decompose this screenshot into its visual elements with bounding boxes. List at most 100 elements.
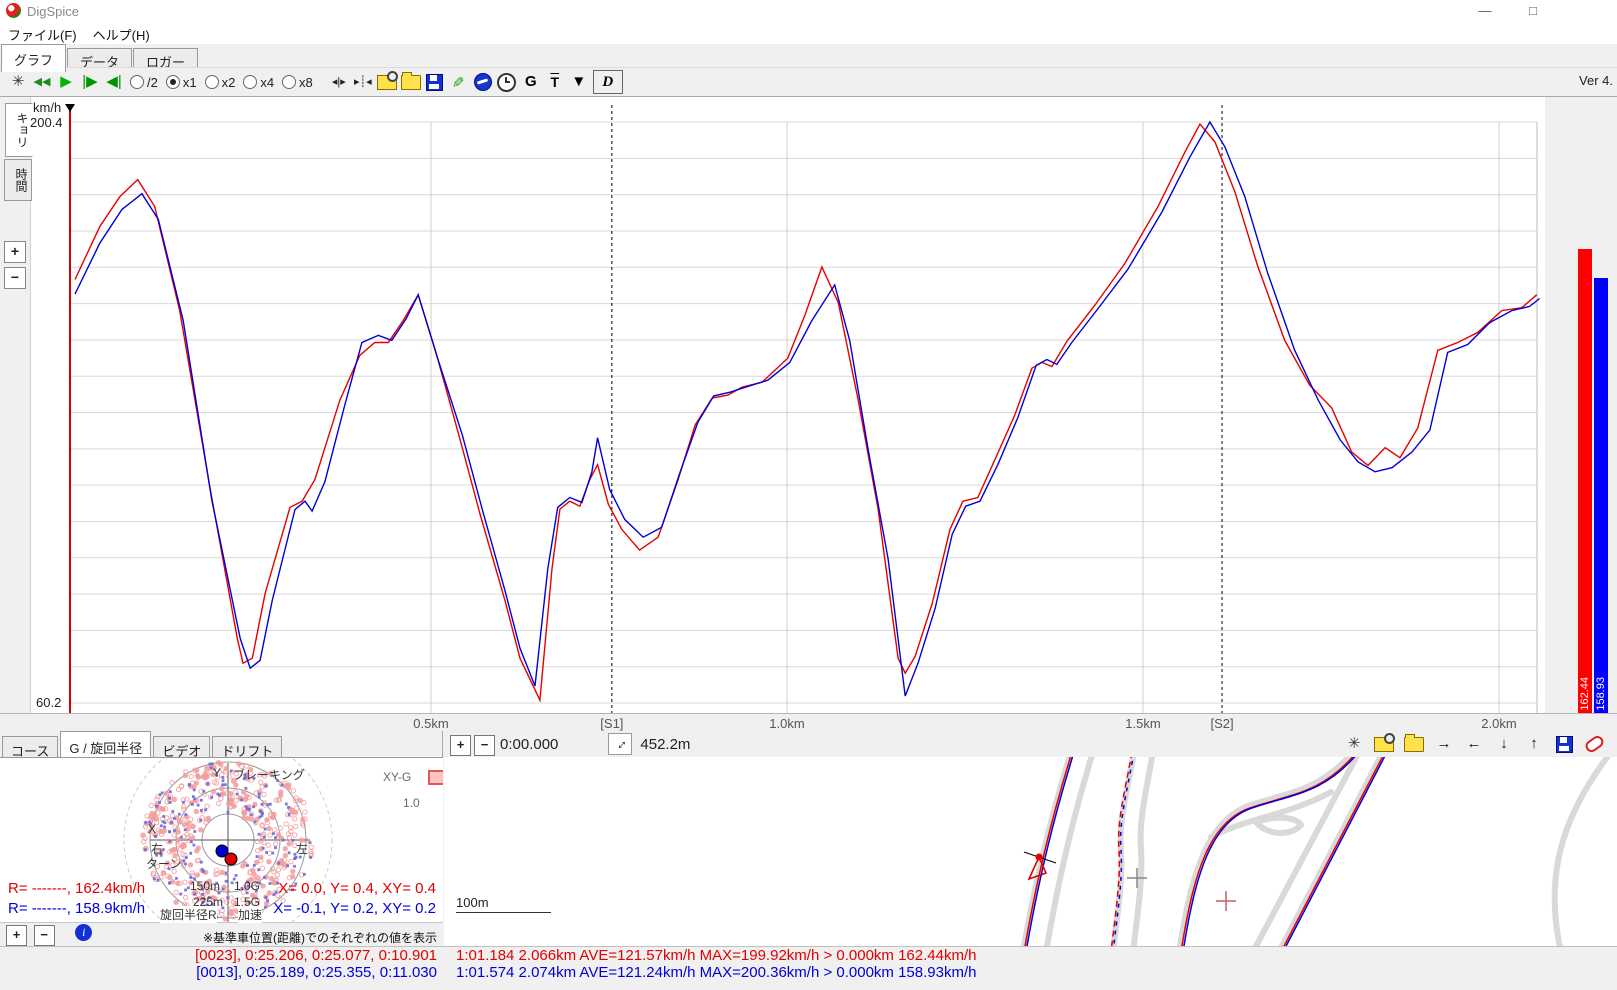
step-back-icon[interactable]: ◀| [104, 71, 124, 93]
g-radius1-label: 150m [190, 879, 220, 893]
speed-chart-section[interactable]: キョリ時間+− km/h 200.4 60.2 162.44158.93 [0, 97, 1617, 713]
minimize-button[interactable]: — [1470, 2, 1500, 20]
center-position-icon[interactable]: ✳ [1344, 733, 1364, 755]
arrow-down-icon[interactable]: ↓ [1494, 733, 1514, 755]
chart-side-column: キョリ時間 + − [0, 97, 31, 713]
maximize-button[interactable]: □ [1518, 2, 1548, 20]
open-file-glyph [401, 75, 421, 90]
g-turn-label: ターン [146, 855, 181, 872]
side-tab-1[interactable]: 時間 [4, 159, 32, 201]
digspice-window: DigSpice — □ ファイル(F)ヘルプ(H) グラフデータロガー ✳◀◀… [0, 0, 1617, 990]
speed-chart[interactable] [0, 97, 1617, 713]
current-speed-red-bar: 162.44 [1578, 249, 1592, 713]
search-file-icon[interactable] [1374, 733, 1394, 755]
map-time-readout: 0:00.000 [500, 736, 558, 753]
drift-mode-icon[interactable]: D [593, 70, 623, 94]
track-map[interactable]: 100m [444, 757, 1617, 946]
map-zoom-in-button[interactable]: + [450, 735, 471, 756]
x-tick-[S2]: [S2] [1192, 716, 1252, 731]
search-file-glyph [377, 75, 397, 90]
zoom-in-button[interactable]: + [4, 241, 26, 263]
save-icon[interactable] [1554, 733, 1574, 755]
g-panel-note: ※基準車位置(距離)でのそれぞれの値を表示 [203, 929, 437, 946]
g-legend-label: XY-G [383, 770, 411, 784]
lap-blue-times: [0013], 0:25.189, 0:25.355, 0:11.030 [0, 964, 437, 981]
radio-label: x4 [260, 75, 274, 90]
radio-scale-/2[interactable]: /2 [130, 75, 158, 90]
search-file-icon[interactable] [377, 71, 397, 93]
side-tab-0[interactable]: キョリ [5, 103, 33, 157]
map-scale-bar [456, 912, 551, 913]
g-zoom-out-button[interactable]: − [34, 925, 55, 946]
center-position-icon[interactable]: ✳ [8, 71, 28, 93]
arrow-right-icon[interactable]: → [1434, 733, 1454, 755]
radio-label: /2 [147, 75, 158, 90]
y-axis-unit-label: km/h [33, 100, 61, 115]
g-radius-panel: コースG / 旋回半径ビデオドリフト Y ブレーキング X 右 ターン 左 15… [0, 731, 443, 946]
g-polar-plot[interactable]: Y ブレーキング X 右 ターン 左 150m 1.0G 225m 1.5G 旋… [0, 757, 443, 923]
radio-scale-x4[interactable]: x4 [243, 75, 274, 90]
radio-scale-x2[interactable]: x2 [205, 75, 236, 90]
readout-blue-radius: R= -------, 158.9km/h [8, 900, 145, 917]
current-speed-blue-bar: 158.93 [1594, 278, 1608, 713]
radio-dot [205, 75, 219, 89]
main-tab-row: グラフデータロガー [0, 44, 1617, 67]
map-toolbar-icons: ✳ → ← ↓ ↑ [1339, 733, 1617, 755]
menu-item-0[interactable]: ファイル(F) [0, 22, 85, 44]
open-file-icon[interactable] [401, 71, 421, 93]
menu-item-1[interactable]: ヘルプ(H) [85, 22, 158, 44]
readout-red-radius: R= -------, 162.4km/h [8, 880, 145, 897]
series-lap-0013 [75, 122, 1540, 696]
track-map-drawing [444, 757, 1617, 946]
open-file-icon[interactable] [1404, 733, 1424, 755]
radio-scale-x8[interactable]: x8 [282, 75, 313, 90]
t-marker-icon[interactable]: T [545, 71, 565, 93]
lap-red-times: [0023], 0:25.206, 0:25.077, 0:10.901 [0, 947, 437, 964]
zoom-out-button[interactable]: − [4, 267, 26, 289]
x-tick-[S1]: [S1] [582, 716, 642, 731]
arrow-left-icon[interactable]: ← [1464, 733, 1484, 755]
marker-down-icon[interactable]: ▼ [569, 71, 589, 93]
g-tab-1[interactable]: G / 旋回半径 [60, 731, 151, 760]
edit-pen-icon[interactable] [449, 71, 469, 93]
g-analysis-icon[interactable]: G [521, 71, 541, 93]
info-icon[interactable]: i [75, 924, 92, 941]
step-forward-icon[interactable]: |▶ [80, 71, 100, 93]
radio-dot [282, 75, 296, 89]
fit-width-icon[interactable]: ▸┊◂ [353, 71, 373, 93]
tab-0[interactable]: グラフ [1, 44, 66, 72]
lap-red-summary: 1:01.184 2.066km AVE=121.57km/h MAX=199.… [456, 947, 976, 964]
radio-dot [130, 75, 144, 89]
x-axis-labels-row: 0.5km[S1]1.0km1.5km[S2]2.0km [0, 713, 1617, 732]
lap-marker-icon[interactable] [1584, 733, 1604, 755]
lap-summary-right: 1:01.184 2.066km AVE=121.57km/h MAX=199.… [456, 947, 976, 981]
measure-button[interactable] [608, 733, 632, 755]
x-tick-1.5km: 1.5km [1113, 716, 1173, 731]
map-distance-readout: 452.2m [640, 736, 690, 753]
play-icon[interactable]: ▶ [56, 71, 76, 93]
g-zoom-in-button[interactable]: + [6, 925, 27, 946]
radio-scale-x1[interactable]: x1 [166, 75, 197, 90]
position-marker-icon[interactable] [65, 104, 75, 112]
menu-bar: ファイル(F)ヘルプ(H) [0, 22, 1617, 44]
radio-dot [243, 75, 257, 89]
g-panel-footer: + − i ※基準車位置(距離)でのそれぞれの値を表示 [0, 922, 443, 947]
google-earth-icon[interactable] [473, 71, 493, 93]
g-legend-scale-label: 1.0 [403, 796, 420, 810]
g-panel-tabs: コースG / 旋回半径ビデオドリフト [0, 731, 442, 757]
current-speed-red-value: 162.44 [1579, 677, 1591, 711]
radio-label: x2 [222, 75, 236, 90]
save-icon[interactable] [425, 71, 445, 93]
y-axis-min-label: 60.2 [36, 695, 61, 710]
g-left-label: 左 [296, 840, 308, 857]
arrow-up-icon[interactable]: ↑ [1524, 733, 1544, 755]
ruler-icon [612, 736, 628, 752]
g-accel-label: 加速 [238, 906, 262, 923]
lap-clock-icon[interactable] [497, 71, 517, 93]
radio-label: x1 [183, 75, 197, 90]
map-zoom-out-button[interactable]: − [474, 735, 495, 756]
rewind-icon[interactable]: ◀◀ [32, 71, 52, 93]
expand-width-icon[interactable]: ◂|▸ [329, 71, 349, 93]
edit-pen-glyph [450, 74, 468, 90]
radio-dot [166, 75, 180, 89]
